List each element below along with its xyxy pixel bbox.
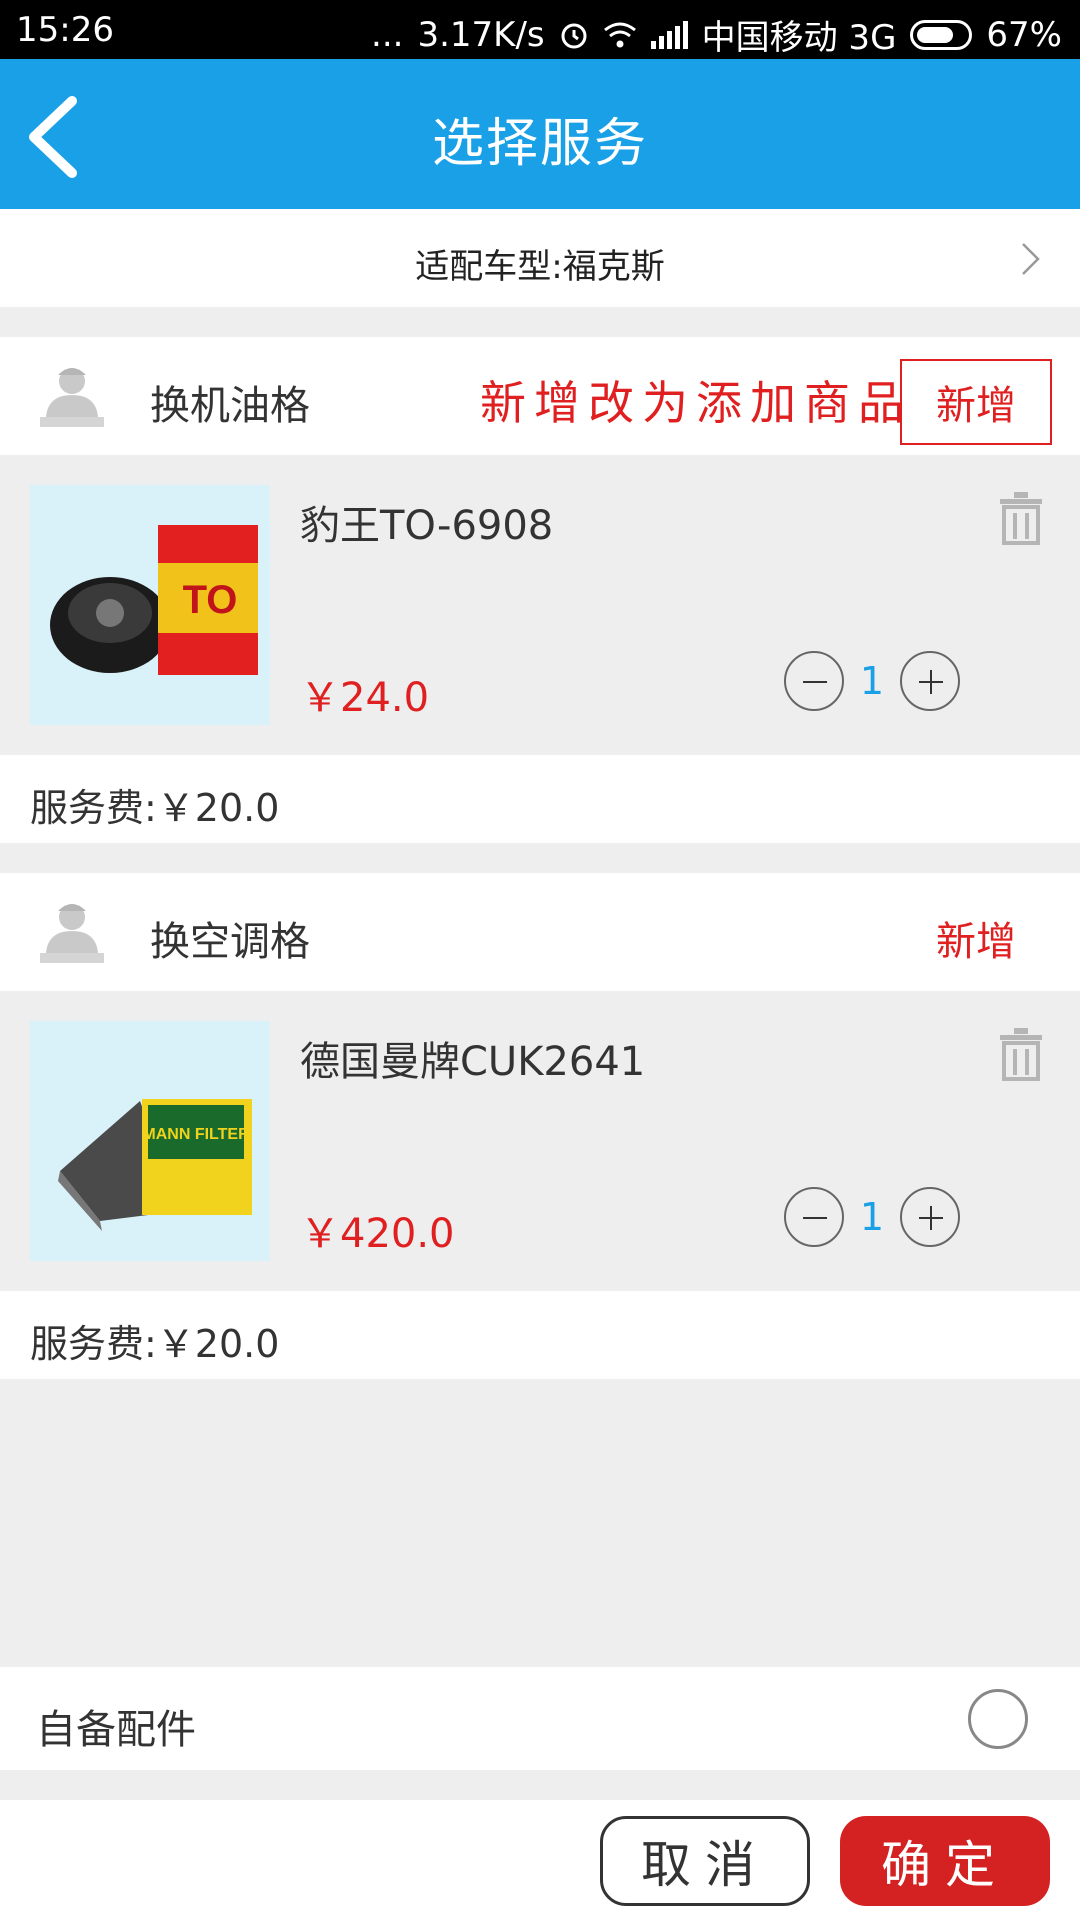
annotation-note: 新增改为添加商品 xyxy=(480,376,912,430)
status-right-group: ... 3.17K/s 中国移动 3G 67% xyxy=(371,10,1062,59)
footer-bar: 取消 确定 xyxy=(0,1800,1080,1920)
page-title: 选择服务 xyxy=(431,114,648,174)
product-name: 豹王TO-6908 xyxy=(300,503,554,549)
status-time: 15:26 xyxy=(16,10,114,50)
cabin-filter-image: MANN FILTER xyxy=(58,1099,252,1231)
wifi-icon xyxy=(603,22,636,47)
service-fee: 服务费:￥20.0 xyxy=(30,786,280,830)
trash-icon[interactable] xyxy=(998,1027,1044,1081)
network-speed: 3.17K/s xyxy=(417,14,545,55)
increase-button[interactable] xyxy=(900,651,960,711)
signal-icon xyxy=(650,20,688,49)
quantity-value: 1 xyxy=(859,1195,885,1239)
mechanic-logo-icon xyxy=(40,904,104,963)
product-price: ￥24.0 xyxy=(300,675,430,721)
own-parts-row[interactable]: 自备配件 xyxy=(0,1667,1080,1770)
cancel-button[interactable]: 取消 xyxy=(600,1816,810,1906)
service-fee-row: 服务费:￥20.0 xyxy=(0,755,1080,843)
service-fee: 服务费:￥20.0 xyxy=(30,1322,280,1366)
decrease-button[interactable] xyxy=(784,1187,844,1247)
service-fee-row: 服务费:￥20.0 xyxy=(0,1291,1080,1379)
quantity-stepper: 1 xyxy=(784,1187,964,1249)
status-bar: 15:26 ... 3.17K/s 中国移动 3G 67% xyxy=(0,0,1080,59)
quantity-value: 1 xyxy=(859,659,885,703)
service-name: 换空调格 xyxy=(150,919,310,965)
battery-icon xyxy=(910,19,973,50)
thumb-brand-text: MANN FILTER xyxy=(142,1126,250,1143)
chevron-right-icon xyxy=(1022,243,1040,275)
carrier-label: 中国移动 3G xyxy=(701,18,897,58)
confirm-button[interactable]: 确定 xyxy=(840,1816,1050,1906)
product-row: MANN FILTER 德国曼牌CUK2641 ￥420.0 1 xyxy=(0,991,1080,1291)
quantity-stepper: 1 xyxy=(784,651,964,713)
product-price: ￥420.0 xyxy=(300,1211,455,1257)
increase-button[interactable] xyxy=(900,1187,960,1247)
product-row: TO 豹王TO-6908 ￥24.0 1 xyxy=(0,455,1080,755)
add-button[interactable]: 新增 xyxy=(900,895,1052,981)
service-section-header: 换空调格 新增 xyxy=(0,873,1080,991)
status-dots: ... xyxy=(371,14,404,55)
add-button[interactable]: 新增 xyxy=(900,359,1052,445)
own-parts-label: 自备配件 xyxy=(36,1707,196,1753)
decrease-button[interactable] xyxy=(784,651,844,711)
battery-percent: 67% xyxy=(986,14,1062,55)
alarm-icon xyxy=(561,23,587,48)
oil-filter-image: TO xyxy=(50,525,258,675)
product-thumbnail: TO xyxy=(30,485,270,725)
own-parts-radio[interactable] xyxy=(968,1689,1028,1749)
service-section-header: 换机油格 新增改为添加商品 新增 xyxy=(0,337,1080,455)
mechanic-logo-icon xyxy=(40,368,104,427)
title-bar: 选择服务 xyxy=(0,59,1080,209)
trash-icon[interactable] xyxy=(998,491,1044,545)
car-model-row[interactable]: 适配车型:福克斯 xyxy=(0,209,1080,307)
service-name: 换机油格 xyxy=(150,383,310,429)
product-name: 德国曼牌CUK2641 xyxy=(300,1039,646,1085)
product-thumbnail: MANN FILTER xyxy=(30,1021,270,1261)
thumb-brand-text: TO xyxy=(183,578,238,622)
car-model-label: 适配车型:福克斯 xyxy=(415,247,665,287)
